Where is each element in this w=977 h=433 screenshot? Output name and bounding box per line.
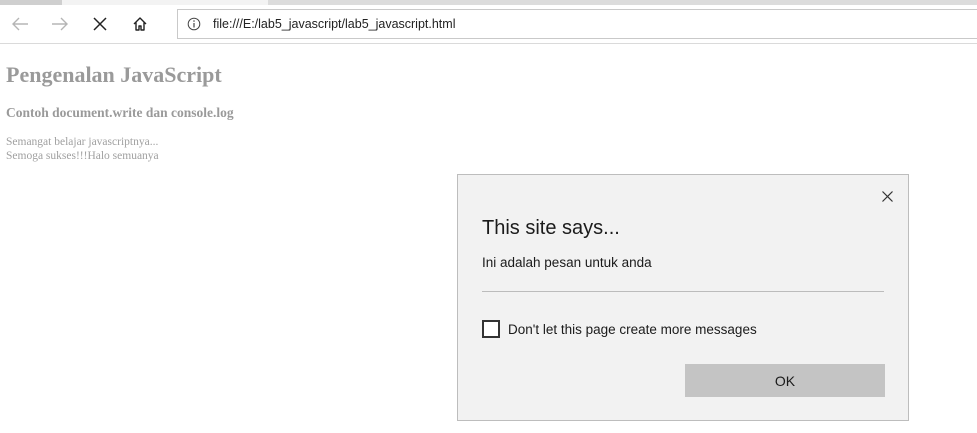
ok-button[interactable]: OK xyxy=(685,364,885,397)
dialog-title: This site says... xyxy=(482,217,620,239)
suppress-messages-option[interactable]: Don't let this page create more messages xyxy=(482,318,757,340)
suppress-messages-label[interactable]: Don't let this page create more messages xyxy=(508,322,757,337)
home-button[interactable] xyxy=(124,9,156,39)
url-text[interactable]: file:///E:/lab5_javascript/lab5_javascri… xyxy=(213,17,913,31)
suppress-messages-checkbox[interactable] xyxy=(482,320,500,338)
back-arrow-icon xyxy=(12,17,28,31)
stop-loading-button[interactable] xyxy=(84,9,116,39)
browser-toolbar: file:///E:/lab5_javascript/lab5_javascri… xyxy=(0,5,977,44)
back-button[interactable] xyxy=(4,9,36,39)
address-bar[interactable]: file:///E:/lab5_javascript/lab5_javascri… xyxy=(177,9,977,39)
close-icon xyxy=(881,190,893,202)
alert-dialog: This site says... Ini adalah pesan untuk… xyxy=(457,174,909,421)
forward-arrow-icon xyxy=(52,17,68,31)
close-x-icon xyxy=(93,17,107,31)
forward-button[interactable] xyxy=(44,9,76,39)
output-line: Semoga sukses!!!Halo semuanya xyxy=(6,150,159,162)
page-subheading: Contoh document.write dan console.log xyxy=(6,105,234,120)
info-icon[interactable] xyxy=(187,17,201,31)
home-icon xyxy=(133,17,147,31)
dialog-close-button[interactable] xyxy=(876,185,898,207)
dialog-divider xyxy=(482,291,884,292)
output-line: Semangat belajar javascriptnya... xyxy=(6,136,159,148)
document-write-output: Semangat belajar javascriptnya... Semoga… xyxy=(6,135,159,163)
dialog-message: Ini adalah pesan untuk anda xyxy=(482,255,652,270)
page-heading: Pengenalan JavaScript xyxy=(6,62,222,87)
